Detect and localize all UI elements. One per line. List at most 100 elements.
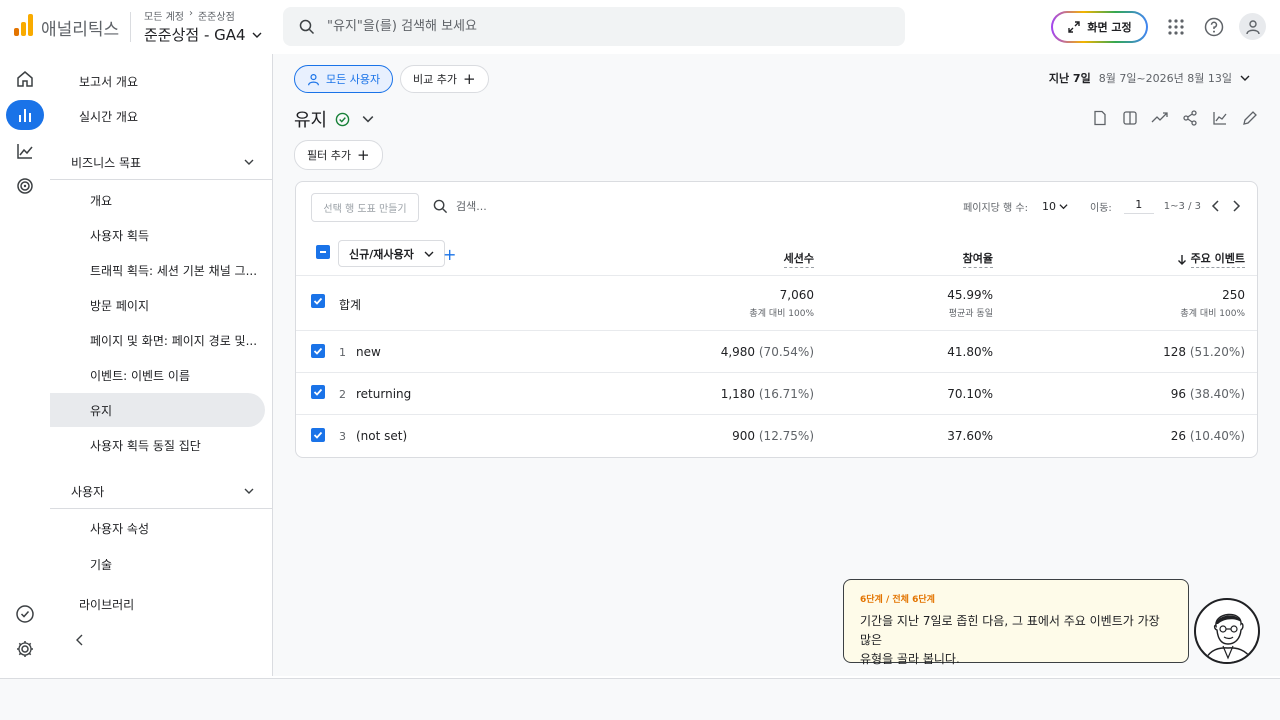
nav-user-acquisition[interactable]: 사용자 획득 [50,218,265,252]
nav-section-business[interactable]: 비즈니스 목표 [50,145,272,179]
property-selector[interactable]: 준준상점 - GA4 [144,24,262,45]
nav-cohort[interactable]: 사용자 획득 동질 집단 [50,428,265,462]
sessions-value: 900 [732,429,756,443]
column-header-key-events-wrap[interactable]: 주요 이벤트 [1177,250,1245,268]
header-divider [130,12,131,42]
date-range-value: 8월 7일~2026년 8월 13일 [1098,72,1232,85]
rows-per-page-value: 10 [1042,199,1057,213]
search-icon [433,199,448,213]
total-sessions-sub: 총계 대비 100% [749,309,814,319]
plot-rows-button[interactable]: 선택 행 도표 만들기 [311,193,419,222]
nav-events[interactable]: 이벤트: 이벤트 이름 [50,358,265,392]
column-header-sessions[interactable]: 세션수 [783,250,814,268]
verified-check-icon [335,112,350,126]
add-dimension-plus-icon[interactable]: + [443,245,456,264]
nav-realtime-overview[interactable]: 실시간 개요 [50,99,265,133]
row-key-events: 26 (10.40%) [1171,429,1245,443]
dimension-selector[interactable]: 신규/재사용자 [338,240,445,267]
sort-down-arrow-icon [1177,254,1186,265]
row-number: 1 [339,346,346,359]
nav-library[interactable]: 라이브러리 [50,587,265,621]
explore-icon[interactable] [6,136,44,166]
chevron-right-icon: › [188,8,193,19]
breadcrumb-all-accounts[interactable]: 모든 계정 [144,8,184,23]
goto-page-input[interactable]: 1 [1123,198,1154,214]
total-key-events-sub: 총계 대비 100% [1180,309,1245,319]
analytics-logo[interactable] [14,14,33,36]
next-page-icon[interactable] [1231,200,1241,212]
row-checkbox[interactable] [311,385,325,399]
rows-per-page-select[interactable]: 10 [1042,200,1068,213]
table-search[interactable]: 검색... [433,198,487,214]
bottom-bar [0,678,1280,720]
nav-landing-page[interactable]: 방문 페이지 [50,288,265,322]
date-range-picker[interactable]: 지난 7일 8월 7일~2026년 8월 13일 [1049,70,1250,86]
global-search[interactable] [283,7,905,46]
help-icon[interactable] [1200,13,1228,41]
nav-overview[interactable]: 개요 [50,183,265,217]
nav-retention[interactable]: 유지 [50,393,265,427]
key-events-pct: (51.20%) [1189,345,1245,359]
section-label: 비즈니스 목표 [71,155,142,170]
all-users-chip[interactable]: 모든 사용자 [294,65,394,93]
plus-icon: + [356,146,370,164]
nav-tech[interactable]: 기술 [50,547,265,581]
column-header-engagement[interactable]: 참여율 [962,250,993,268]
document-icon[interactable] [1090,108,1110,128]
total-row-checkbox[interactable] [311,294,325,308]
row-sessions: 4,980 (70.54%) [721,345,814,359]
date-range-label: 지난 7일 [1048,72,1091,85]
advertising-icon[interactable] [6,171,44,201]
row-sessions: 900 (12.75%) [732,429,814,443]
table-pagination: 페이지당 행 수: 10 이동: 1 1~3 / 3 [963,198,1241,214]
chevron-down-icon[interactable] [362,113,374,125]
row-label: returning [356,387,412,401]
select-all-checkbox[interactable] [316,245,330,259]
total-engagement-value: 45.99% [947,288,993,302]
goto-label: 이동: [1090,202,1112,214]
search-input[interactable] [327,19,847,34]
pin-screen-button[interactable]: 화면 고정 [1051,11,1148,43]
insights-trend-icon[interactable] [1150,108,1170,128]
add-filter-button[interactable]: 필터 추가 + [294,140,383,170]
chevron-down-icon [252,32,262,38]
sessions-pct: (12.75%) [758,429,814,443]
total-engagement-sub: 평균과 동일 [948,309,993,319]
row-checkbox[interactable] [311,428,325,442]
line-chart-icon[interactable] [1210,108,1230,128]
guide-avatar[interactable] [1194,598,1260,664]
account-avatar[interactable] [1239,13,1266,40]
nav-section-user[interactable]: 사용자 [50,474,272,508]
breadcrumb-account[interactable]: 준준상점 [198,8,235,23]
dimension-label: 신규/재사용자 [349,247,414,261]
sessions-value: 1,180 [720,387,756,401]
property-name: 준준상점 - GA4 [144,26,246,44]
nav-pages-screens[interactable]: 페이지 및 화면: 페이지 경로 및... [50,323,265,357]
chevron-down-icon [1240,75,1250,81]
prev-page-icon[interactable] [1211,200,1221,212]
row-key-events: 96 (38.40%) [1171,387,1245,401]
home-icon[interactable] [6,64,44,94]
key-events-value: 26 [1170,429,1187,443]
settings-gear-icon[interactable] [6,634,44,664]
nav-user-attributes[interactable]: 사용자 속성 [50,511,265,545]
account-breadcrumb[interactable]: 모든 계정 › 준준상점 [144,8,235,23]
key-events-value: 96 [1170,387,1187,401]
nav-traffic-acquisition[interactable]: 트래픽 획득: 세션 기본 채널 그... [50,253,265,287]
share-icon[interactable] [1180,108,1200,128]
row-checkbox[interactable] [311,344,325,358]
compare-columns-icon[interactable] [1120,108,1140,128]
reports-icon[interactable] [6,100,44,130]
section-label: 사용자 [71,484,105,499]
key-events-pct: (10.40%) [1189,429,1245,443]
pin-screen-label: 화면 고정 [1087,21,1132,34]
check-circle-icon[interactable] [6,599,44,629]
sessions-value: 4,980 [720,345,756,359]
apps-icon[interactable] [1162,13,1190,41]
add-filter-label: 필터 추가 [307,149,351,162]
edit-pencil-icon[interactable] [1240,108,1260,128]
add-comparison-button[interactable]: 비교 추가 + [400,65,489,93]
nav-report-overview[interactable]: 보고서 개요 [50,64,265,98]
collapse-sidebar-icon[interactable] [74,633,86,650]
column-header-key-events: 주요 이벤트 [1190,250,1245,268]
